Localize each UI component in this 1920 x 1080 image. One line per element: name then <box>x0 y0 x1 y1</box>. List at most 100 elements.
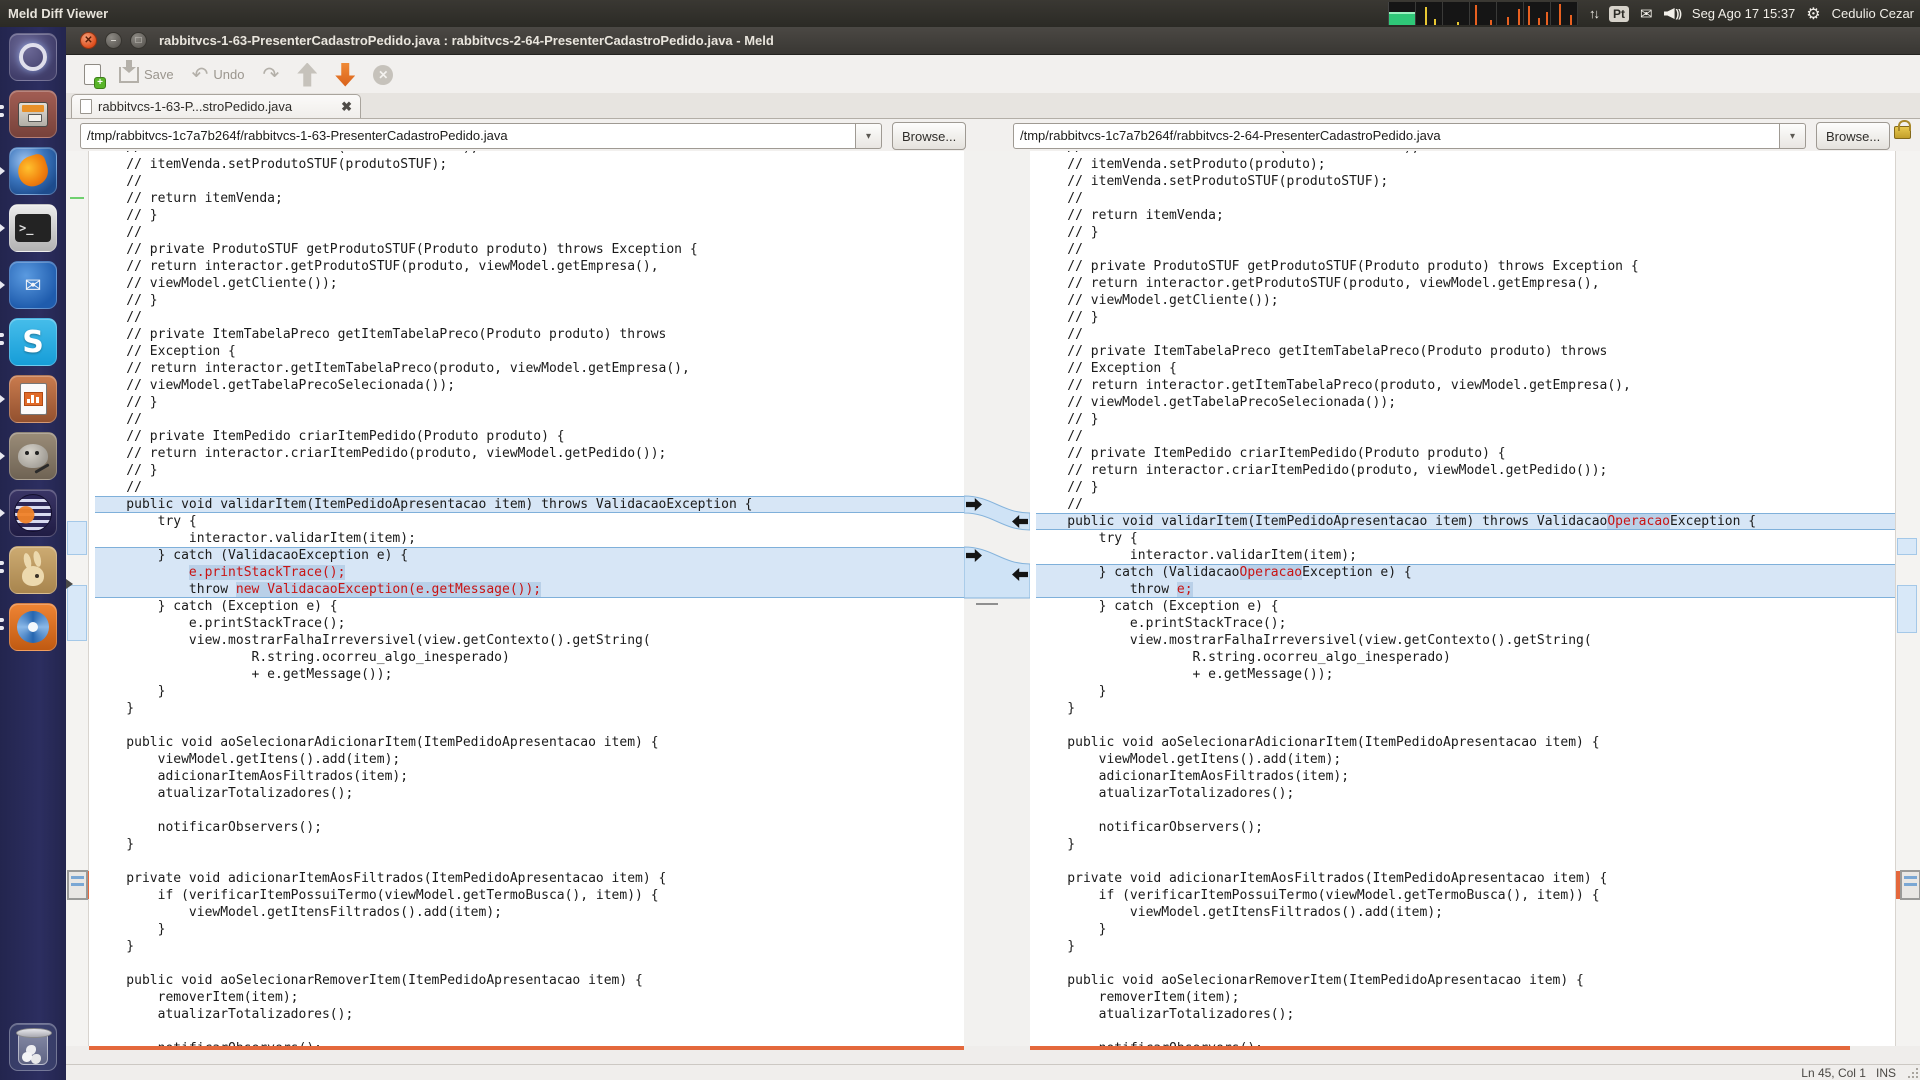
status-bar: Ln 45, Col 1 INS <box>66 1064 1920 1080</box>
right-code-pane[interactable]: // itemVenda.setTabelaPreco(itemTabelaPr… <box>1030 151 1895 1046</box>
network-arrows-icon[interactable]: ↑↓ <box>1589 6 1598 21</box>
running-pip <box>0 509 5 517</box>
launcher-item-firefox[interactable] <box>9 147 57 195</box>
lock-icon <box>1894 126 1911 139</box>
stop-icon: ✕ <box>373 65 393 85</box>
monitor-graph-cell <box>1416 2 1443 25</box>
launcher-item-terminal[interactable]: >_ <box>9 204 57 252</box>
system-monitor-applet[interactable] <box>1388 2 1578 25</box>
mail-icon[interactable]: ✉ <box>1640 5 1653 23</box>
minimize-window-button[interactable]: – <box>105 32 122 49</box>
launcher-item-software-swirl[interactable] <box>9 603 57 651</box>
running-pip <box>0 452 5 460</box>
right-chunk-end-line <box>1030 1046 1850 1050</box>
running-pip <box>0 561 4 565</box>
file-cabinet-icon <box>18 102 48 127</box>
launcher-item-gimp[interactable] <box>9 432 57 480</box>
launcher-item-libreoffice-impress[interactable] <box>9 375 57 423</box>
monitor-graph-cell <box>1551 2 1578 25</box>
running-pip <box>0 105 4 109</box>
ubuntu-logo-icon <box>19 43 47 71</box>
volume-icon[interactable]: )) <box>1664 8 1681 20</box>
save-icon <box>119 67 139 83</box>
impress-icon <box>20 383 47 415</box>
position-pointer <box>66 579 73 589</box>
previous-change-button[interactable] <box>291 60 323 90</box>
running-pip <box>0 341 4 345</box>
ubuntu-dash-button[interactable] <box>9 33 57 81</box>
running-pip <box>0 395 5 403</box>
swirl-icon <box>17 611 49 643</box>
launcher-item-skype[interactable]: S <box>9 318 57 366</box>
terminal-icon: >_ <box>15 214 51 242</box>
insert-chunk-marker <box>70 197 84 199</box>
titlebar[interactable]: ✕ – □ rabbitvcs-1-63-PresenterCadastroPe… <box>66 27 1920 55</box>
chunk-connectors <box>964 151 1030 1046</box>
save-button[interactable]: Save <box>113 64 180 86</box>
launcher-item-thunderbird[interactable]: ✉ <box>9 261 57 309</box>
tab-close-icon[interactable]: ✖ <box>341 99 352 115</box>
deleted-line-marker <box>976 603 998 605</box>
launcher-item-rabbitvcs[interactable] <box>9 546 57 594</box>
undo-icon: ↶ <box>192 65 209 85</box>
clock[interactable]: Seg Ago 17 15:37 <box>1692 6 1795 21</box>
user-name[interactable]: Cedulio Cezar <box>1832 6 1914 21</box>
insert-mode-indicator: INS <box>1876 1066 1896 1080</box>
change-chunk-marker <box>1897 585 1917 633</box>
redo-button[interactable]: ↷ <box>256 62 285 88</box>
new-document-icon: + <box>84 64 101 85</box>
new-comparison-button[interactable]: + <box>78 61 107 88</box>
firefox-icon <box>14 152 52 190</box>
right-browse-button[interactable]: Browse... <box>1816 122 1890 150</box>
running-pip <box>0 113 4 117</box>
monitor-graph-cell <box>1443 2 1470 25</box>
left-code-pane[interactable]: // itemVenda.setTabelaPreco(itemTabelaPr… <box>89 151 964 1046</box>
scroll-chunk-indicator <box>67 870 88 900</box>
file-selector-row: /tmp/rabbitvcs-1c7a7b264f/rabbitvcs-1-63… <box>66 119 1920 153</box>
left-browse-button[interactable]: Browse... <box>892 122 966 150</box>
next-change-button[interactable] <box>329 60 361 90</box>
running-pip <box>0 618 4 622</box>
launcher-item-trash[interactable] <box>9 1023 57 1071</box>
up-arrow-icon <box>297 63 317 87</box>
down-arrow-icon <box>335 63 355 87</box>
undo-button[interactable]: ↶Undo <box>186 62 251 88</box>
running-pip <box>0 333 4 337</box>
monitor-graph-cell <box>1470 2 1497 25</box>
unity-launcher: >_ ✉ S <box>0 27 66 1080</box>
close-window-button[interactable]: ✕ <box>80 32 97 49</box>
right-file-dropdown-button[interactable]: ▾ <box>1780 123 1806 149</box>
toolbar: + Save ↶Undo ↷ ✕ <box>66 56 1920 93</box>
running-pip <box>0 167 5 175</box>
rabbit-icon <box>22 566 44 586</box>
scroll-chunk-indicator <box>1900 870 1920 900</box>
left-file-path-input[interactable]: /tmp/rabbitvcs-1c7a7b264f/rabbitvcs-1-63… <box>80 123 856 149</box>
left-file-dropdown-button[interactable]: ▾ <box>856 123 882 149</box>
document-icon <box>80 99 92 114</box>
eclipse-icon <box>14 494 52 532</box>
right-diff-map[interactable] <box>1895 151 1920 1046</box>
tab-label: rabbitvcs-1-63-P...stroPedido.java <box>98 99 292 114</box>
desktop: Meld Diff Viewer ↑↓ Pt ✉ )) Seg Ago 17 1… <box>0 0 1920 1080</box>
maximize-window-button[interactable]: □ <box>130 32 147 49</box>
change-chunk-marker <box>67 585 87 641</box>
running-pip <box>0 626 4 630</box>
running-pip <box>0 224 5 232</box>
resize-grip[interactable] <box>1908 1068 1918 1078</box>
keyboard-layout-indicator[interactable]: Pt <box>1609 6 1629 22</box>
monitor-graph-cell <box>1389 2 1416 25</box>
left-diff-map[interactable] <box>66 151 89 1046</box>
cursor-position: Ln 45, Col 1 <box>1801 1066 1866 1080</box>
launcher-item-file-manager[interactable] <box>9 90 57 138</box>
running-pip <box>0 281 5 289</box>
left-code-text[interactable]: // itemVenda.setTabelaPreco(itemTabelaPr… <box>89 151 964 1046</box>
monitor-graph-cell <box>1497 2 1524 25</box>
right-file-path-input[interactable]: /tmp/rabbitvcs-1c7a7b264f/rabbitvcs-2-64… <box>1013 123 1780 149</box>
right-code-text[interactable]: // itemVenda.setTabelaPreco(itemTabelaPr… <box>1030 151 1895 1046</box>
session-gear-icon[interactable]: ⚙ <box>1806 4 1820 24</box>
diff-content: // itemVenda.setTabelaPreco(itemTabelaPr… <box>66 151 1920 1046</box>
tab-comparison[interactable]: rabbitvcs-1-63-P...stroPedido.java ✖ <box>71 94 361 118</box>
launcher-item-eclipse[interactable] <box>9 489 57 537</box>
redo-icon: ↷ <box>262 65 279 85</box>
stop-button[interactable]: ✕ <box>367 62 399 88</box>
